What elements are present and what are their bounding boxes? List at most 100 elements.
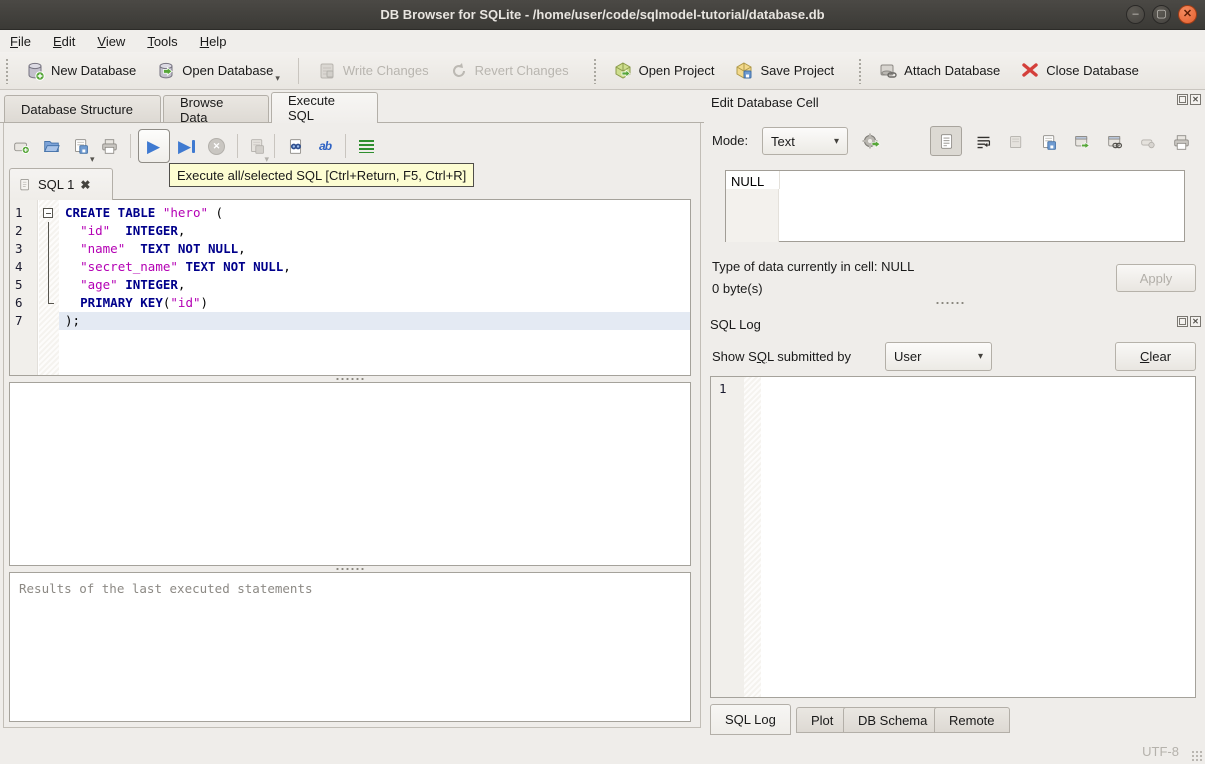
execute-all-icon: ▶ xyxy=(146,136,161,156)
toolbar-separator xyxy=(236,134,238,158)
revert-changes-icon xyxy=(452,62,465,77)
print-icon xyxy=(1173,134,1189,150)
clear-log-button[interactable]: Clear xyxy=(1115,342,1196,371)
apply-cell-changes-button[interactable] xyxy=(856,127,886,157)
text-mode-toggle[interactable] xyxy=(930,126,962,156)
save-as-button[interactable] xyxy=(1034,127,1064,157)
word-wrap-button[interactable] xyxy=(968,127,998,157)
dock-close-icon[interactable]: ✕ xyxy=(1190,94,1201,105)
toolbar-drag-handle[interactable] xyxy=(858,57,864,84)
close-tab-icon[interactable]: ✖ xyxy=(80,178,90,192)
code-line-current: 7 ); xyxy=(10,312,690,330)
toolbar-drag-handle[interactable] xyxy=(592,57,598,84)
tab-browse-data[interactable]: Browse Data xyxy=(163,95,269,125)
tab-sql-log[interactable]: SQL Log xyxy=(710,704,791,735)
apply-changes-icon xyxy=(862,133,881,149)
tab-plot[interactable]: Plot xyxy=(796,707,849,733)
tab-db-schema[interactable]: DB Schema xyxy=(843,707,943,733)
sql-log-dock-controls: ✕ xyxy=(1177,316,1201,327)
find-button[interactable] xyxy=(280,131,310,161)
new-tab-button[interactable] xyxy=(6,131,36,161)
save-project-button[interactable]: Save Project xyxy=(724,56,844,86)
export-cell-button[interactable] xyxy=(1067,127,1097,157)
attach-database-button[interactable]: Attach Database xyxy=(868,56,1010,86)
save-results-icon xyxy=(251,138,264,154)
export-icon xyxy=(1074,135,1090,149)
sql-log-view[interactable]: 1 xyxy=(710,376,1196,698)
resize-grip[interactable] xyxy=(1191,750,1203,762)
code-line: 5 "age" INTEGER, xyxy=(15,276,186,294)
minimize-button[interactable]: – xyxy=(1126,5,1145,24)
fold-collapse-icon[interactable] xyxy=(38,204,59,222)
results-grid-pane[interactable] xyxy=(9,382,691,566)
tab-execute-sql[interactable]: Execute SQL xyxy=(271,92,378,123)
open-sql-file-button[interactable] xyxy=(36,131,66,161)
execute-all-button[interactable]: ▶ xyxy=(137,129,170,163)
dock-float-icon[interactable] xyxy=(1177,94,1188,105)
set-null-icon xyxy=(1140,139,1155,148)
dock-close-icon[interactable]: ✕ xyxy=(1190,316,1201,327)
code-line: 4 "secret_name" TEXT NOT NULL, xyxy=(15,258,291,276)
menu-help[interactable]: Help xyxy=(200,34,227,49)
close-database-button[interactable]: Close Database xyxy=(1010,56,1149,86)
execute-current-line-icon: ▶ xyxy=(177,136,192,156)
log-filter-select[interactable]: User ▾ xyxy=(885,342,992,371)
log-line-gutter xyxy=(711,377,744,697)
new-database-button[interactable]: New Database xyxy=(15,56,146,86)
tab-remote[interactable]: Remote xyxy=(934,707,1010,733)
save-project-label: Save Project xyxy=(760,63,835,78)
minimize-icon: – xyxy=(1132,8,1139,20)
tab-database-structure[interactable]: Database Structure xyxy=(4,95,161,123)
execute-tooltip: Execute all/selected SQL [Ctrl+Return, F… xyxy=(169,163,475,187)
menu-file[interactable]: File xyxy=(10,34,31,49)
sql-log-header: SQL Log xyxy=(710,314,761,334)
execute-current-line-button[interactable]: ▶ xyxy=(172,131,202,161)
revert-changes-label: Revert Changes xyxy=(474,63,569,78)
log-line-number: 1 xyxy=(719,381,727,396)
dock-float-icon[interactable] xyxy=(1177,316,1188,327)
sql-tab-label: SQL 1 xyxy=(38,177,75,192)
autocomplete-button[interactable]: ab xyxy=(310,131,340,161)
new-database-icon xyxy=(28,62,45,81)
print-sql-button[interactable] xyxy=(95,131,125,161)
sql-code-editor[interactable]: 1 CREATE TABLE "hero" ( 2 "id" INTEGER, … xyxy=(9,199,691,376)
open-project-label: Open Project xyxy=(638,63,715,78)
write-changes-button: Write Changes xyxy=(307,56,439,86)
toolbar-separator xyxy=(297,57,299,84)
sql-document-tab[interactable]: SQL 1 ✖ xyxy=(9,168,113,200)
close-button[interactable]: ✕ xyxy=(1178,5,1197,24)
splitter-handle[interactable] xyxy=(9,566,691,571)
menu-view[interactable]: View xyxy=(97,34,125,49)
open-project-button[interactable]: Open Project xyxy=(603,56,725,86)
cell-value-editor[interactable]: NULL xyxy=(725,170,1185,242)
code-line: 2 "id" INTEGER, xyxy=(15,222,186,240)
format-sql-button[interactable] xyxy=(351,131,381,161)
format-sql-icon xyxy=(358,139,374,153)
sql-log-title: SQL Log xyxy=(710,316,761,332)
open-database-dropdown-icon[interactable]: ▾ xyxy=(275,73,280,84)
print-cell-button[interactable] xyxy=(1166,127,1196,157)
title-bar[interactable]: DB Browser for SQLite - /home/user/code/… xyxy=(0,0,1205,30)
maximize-button[interactable]: ▢ xyxy=(1152,5,1171,24)
open-database-button[interactable]: Open Database ▾ xyxy=(146,56,290,86)
open-sql-file-icon xyxy=(43,140,60,152)
cell-size-text: 0 byte(s) xyxy=(712,281,763,296)
open-database-label: Open Database xyxy=(182,63,274,78)
link-cell-button[interactable] xyxy=(1100,127,1130,157)
dock-splitter-handle[interactable] xyxy=(930,300,970,305)
menu-tools[interactable]: Tools xyxy=(147,34,177,49)
toolbar-drag-handle[interactable] xyxy=(5,57,10,84)
stop-icon: ✕ xyxy=(208,137,226,155)
menu-bar: File Edit View Tools Help xyxy=(0,30,1205,52)
edit-cell-header: Edit Database Cell xyxy=(711,92,819,112)
menu-edit[interactable]: Edit xyxy=(53,34,75,49)
close-database-label: Close Database xyxy=(1046,63,1139,78)
new-tab-icon xyxy=(13,142,30,154)
results-message-pane[interactable]: Results of the last executed statements xyxy=(9,572,691,722)
mode-select[interactable]: Text ▾ xyxy=(762,127,848,155)
close-icon: ✕ xyxy=(1182,8,1193,20)
edit-cell-title: Edit Database Cell xyxy=(711,94,819,110)
splitter-handle[interactable] xyxy=(9,376,691,381)
set-null-button xyxy=(1133,127,1163,157)
window-title: DB Browser for SQLite - /home/user/code/… xyxy=(380,7,825,22)
